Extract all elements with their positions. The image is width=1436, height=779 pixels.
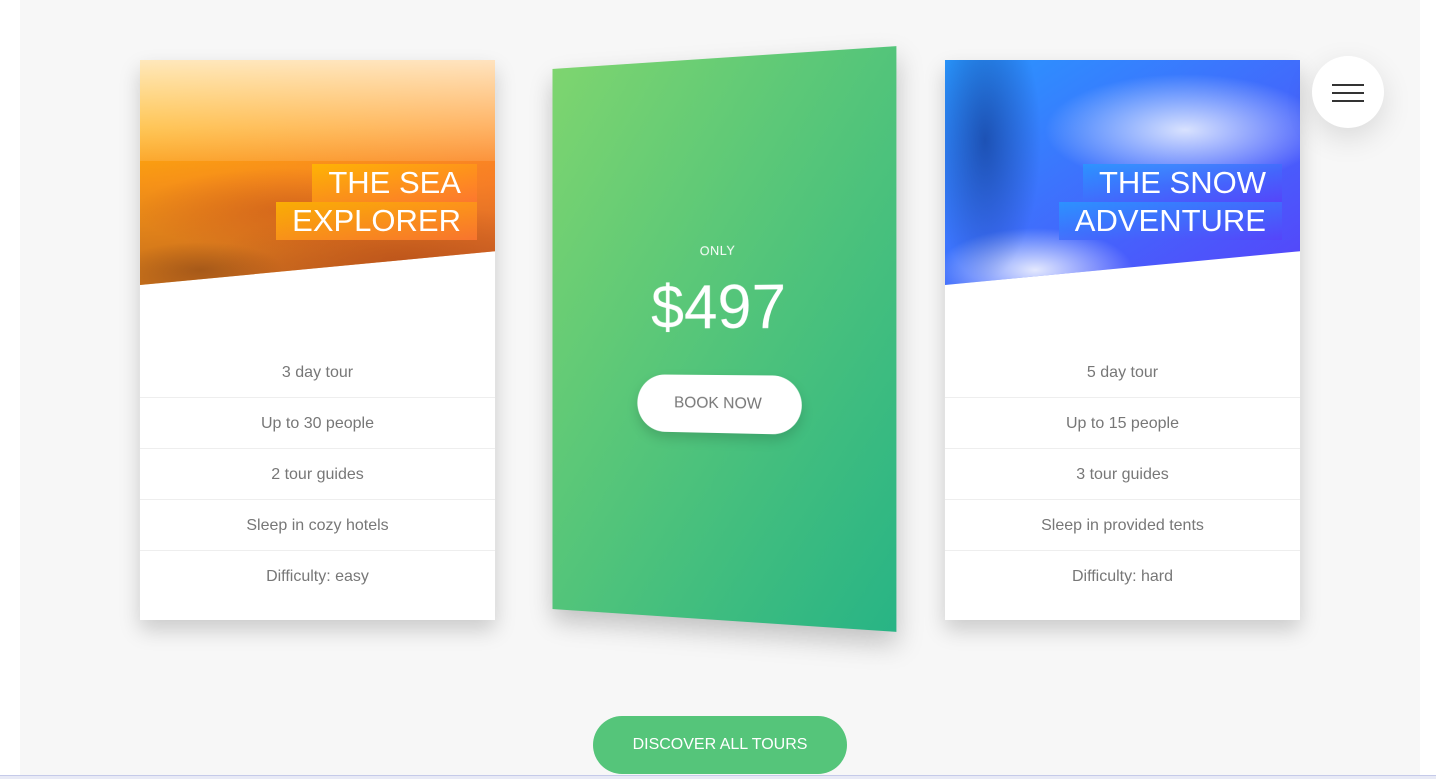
card-detail-item: 5 day tour xyxy=(945,347,1300,398)
discover-all-tours-button[interactable]: Discover all tours xyxy=(593,716,847,774)
card-heading-line: The Snow xyxy=(1083,164,1282,202)
card-heading: The Snow Adventure xyxy=(1059,164,1282,240)
tour-card-featured-back[interactable]: Only $497 Book now xyxy=(553,46,897,632)
card-details-list: 3 day tour Up to 30 people 2 tour guides… xyxy=(140,347,495,602)
card-detail-item: Sleep in cozy hotels xyxy=(140,500,495,551)
card-detail-item: 3 day tour xyxy=(140,347,495,398)
card-details-list: 5 day tour Up to 15 people 3 tour guides… xyxy=(945,347,1300,602)
tour-card-sea-explorer[interactable]: The Sea Explorer 3 day tour Up to 30 peo… xyxy=(140,60,495,620)
card-detail-item: Up to 15 people xyxy=(945,398,1300,449)
window-bottom-edge xyxy=(0,775,1436,779)
card-detail-item: Sleep in provided tents xyxy=(945,500,1300,551)
card-heading-line: Explorer xyxy=(276,202,477,240)
card-cta: Only $497 Book now xyxy=(553,239,897,437)
card-detail-item: Difficulty: easy xyxy=(140,551,495,602)
card-heading-line: The Sea xyxy=(312,164,477,202)
card-heading-line: Adventure xyxy=(1059,202,1282,240)
hamburger-menu-icon xyxy=(1332,84,1364,102)
card-detail-item: Up to 30 people xyxy=(140,398,495,449)
tour-card-snow-adventure[interactable]: The Snow Adventure 5 day tour Up to 15 p… xyxy=(945,60,1300,620)
card-detail-item: 2 tour guides xyxy=(140,449,495,500)
price-label: Only xyxy=(553,239,897,261)
card-detail-item: Difficulty: hard xyxy=(945,551,1300,602)
book-now-button[interactable]: Book now xyxy=(637,374,801,435)
price-value: $497 xyxy=(553,269,897,343)
card-heading: The Sea Explorer xyxy=(276,164,477,240)
tours-section: The Sea Explorer 3 day tour Up to 30 peo… xyxy=(20,0,1420,779)
card-detail-item: 3 tour guides xyxy=(945,449,1300,500)
navigation-toggle-button[interactable] xyxy=(1312,56,1384,128)
